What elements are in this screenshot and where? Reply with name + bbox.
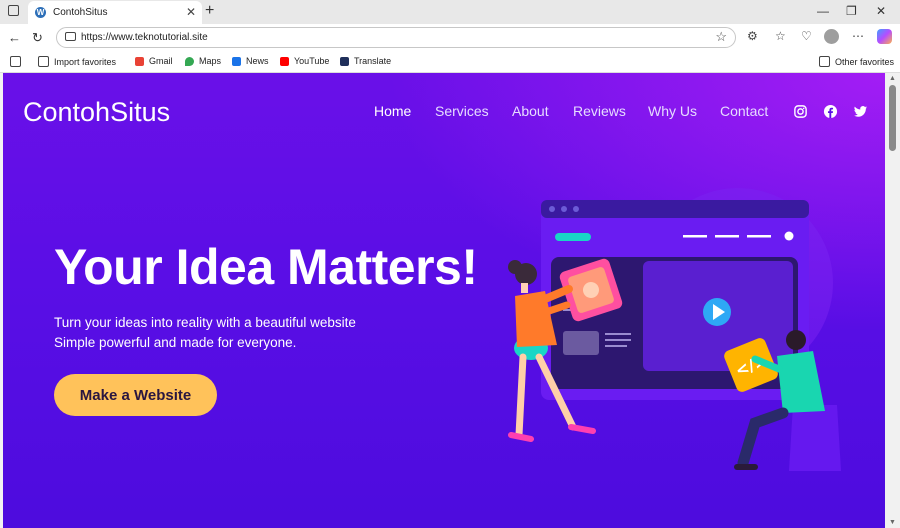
close-tab-icon[interactable]: ✕ [186,5,196,19]
page-scrollbar[interactable]: ▲ ▼ [885,73,900,528]
favorite-star-icon[interactable]: ☆ [715,29,727,45]
instagram-icon[interactable] [793,104,808,119]
restore-icon[interactable]: ❐ [846,4,857,18]
tab-actions-icon[interactable] [8,5,19,16]
lock-icon [65,32,76,41]
nav-contact[interactable]: Contact [720,103,768,119]
scroll-down-icon[interactable]: ▼ [889,519,896,526]
bookmark-translate[interactable]: Translate [340,56,391,66]
back-button[interactable]: ← [8,30,21,45]
url-text: https://www.teknotutorial.site [81,32,208,43]
hero-illustration: </> [508,188,841,471]
bookmark-gmail[interactable]: Gmail [135,56,173,66]
news-icon [232,56,241,66]
sidebar-toggle-icon[interactable] [10,56,26,67]
translate-icon [340,56,349,66]
make-website-button[interactable]: Make a Website [54,374,217,416]
browser-tab[interactable]: W ContohSitus ✕ [28,1,202,24]
more-menu-icon[interactable]: ⋯ [852,29,864,43]
bookmark-other-favorites[interactable]: Other favorites [819,56,894,67]
close-window-icon[interactable]: ✕ [876,4,886,18]
maps-icon [185,56,194,66]
favorites-icon[interactable]: ☆ [775,29,786,43]
tab-strip: W ContohSitus ✕ + — ❐ ✕ [0,0,900,24]
copilot-icon[interactable] [877,29,892,44]
profile-avatar[interactable] [824,29,839,44]
gmail-icon [135,56,144,66]
scrollbar-thumb[interactable] [889,85,896,151]
twitter-icon[interactable] [853,104,868,119]
nav-home[interactable]: Home [374,103,411,119]
import-icon [38,56,49,67]
nav-why-us[interactable]: Why Us [648,103,697,119]
hero-title: Your Idea Matters! [54,239,478,295]
extensions-icon[interactable]: ⚙ [747,29,758,43]
tab-title: ContohSitus [53,7,108,18]
site-logo[interactable]: ContohSitus [23,97,170,128]
nav-services[interactable]: Services [435,103,489,119]
browser-toolbar: ← ↻ https://www.teknotutorial.site ☆ ⚙ ☆… [0,24,900,52]
youtube-icon [280,56,289,66]
minimize-icon[interactable]: — [817,4,829,18]
facebook-icon[interactable] [823,104,838,119]
new-tab-button[interactable]: + [205,2,214,20]
nav-reviews[interactable]: Reviews [573,103,626,119]
folder-icon [819,56,830,67]
nav-about[interactable]: About [512,103,549,119]
wordpress-icon: W [35,7,46,18]
hero-subtitle-line1: Turn your ideas into reality with a beau… [54,315,356,330]
browser-essentials-icon[interactable]: ♡ [801,29,812,43]
refresh-button[interactable]: ↻ [32,30,43,46]
scroll-up-icon[interactable]: ▲ [889,75,896,82]
address-bar[interactable]: https://www.teknotutorial.site ☆ [56,27,736,48]
bookmark-maps[interactable]: Maps [185,56,221,66]
bookmark-youtube[interactable]: YouTube [280,56,329,66]
bookmark-import-favorites[interactable]: Import favorites [38,56,116,67]
hero-subtitle-line2: Simple powerful and made for everyone. [54,335,297,350]
bookmarks-bar: Import favorites Gmail Maps News YouTube… [0,52,900,73]
website-viewport: ContohSitus Home Services About Reviews … [3,73,885,528]
bookmark-news[interactable]: News [232,56,269,66]
